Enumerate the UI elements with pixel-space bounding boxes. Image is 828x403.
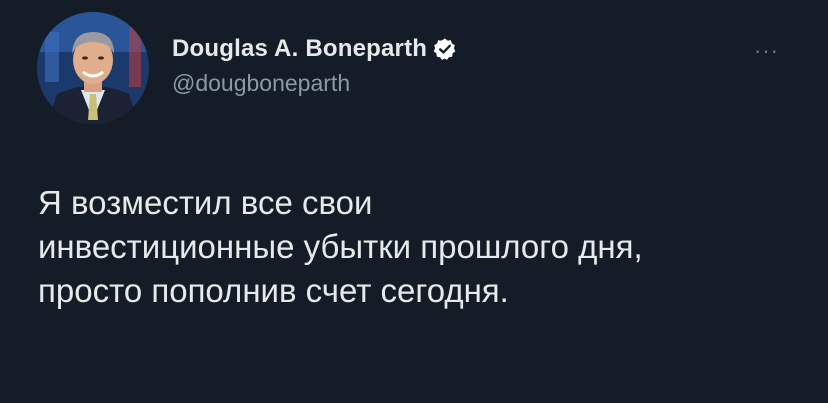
avatar-photo — [37, 12, 149, 124]
avatar[interactable] — [37, 12, 149, 124]
tweet-header: Douglas A. Boneparth @dougboneparth — [172, 34, 457, 97]
verified-badge-icon — [433, 37, 457, 61]
handle[interactable]: @dougboneparth — [172, 70, 457, 97]
display-name[interactable]: Douglas A. Boneparth — [172, 35, 427, 63]
more-horizontal-icon[interactable]: ··· — [754, 38, 779, 64]
tweet-text: Я возместил все свои инвестиционные убыт… — [38, 184, 643, 309]
name-row: Douglas A. Boneparth — [172, 34, 457, 64]
tweet-card: Douglas A. Boneparth @dougboneparth ··· … — [0, 0, 828, 403]
